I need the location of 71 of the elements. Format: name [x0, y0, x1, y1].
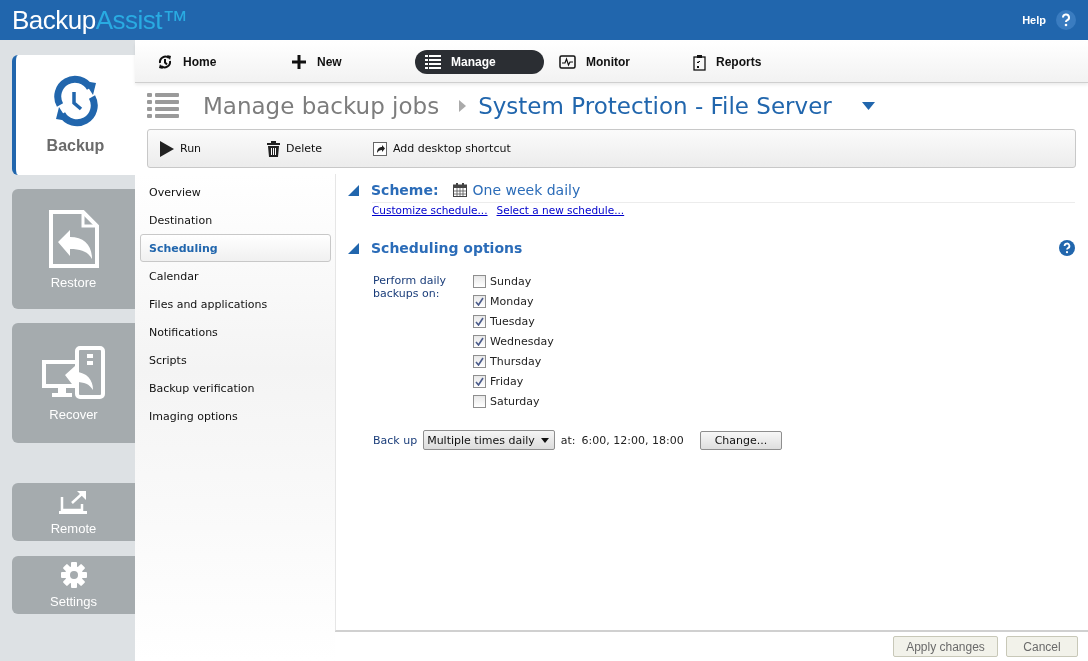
laptop-arrow-icon: [57, 488, 90, 515]
section-item[interactable]: Calendar: [140, 262, 331, 290]
logo-text: Backup: [12, 4, 96, 36]
nav-tab[interactable]: Manage: [415, 50, 544, 74]
section-item[interactable]: Backup verification: [140, 374, 331, 402]
checkbox-label: Saturday: [490, 395, 540, 408]
shortcut-icon: [373, 141, 387, 156]
monitor-server-icon: [40, 344, 107, 401]
toolbar-button[interactable]: Delete: [267, 140, 373, 157]
sync-clock-icon: [157, 54, 173, 70]
checkbox-label: Wednesday: [490, 335, 554, 348]
field-label: Perform daily backups on:: [373, 274, 448, 302]
calendar-icon: [452, 183, 467, 197]
nav-tab[interactable]: Reports: [683, 50, 817, 74]
checkbox-label: Thursday: [490, 355, 542, 368]
help-link[interactable]: Help: [1022, 14, 1046, 26]
list-icon: [425, 55, 441, 69]
checkbox[interactable]: [473, 375, 486, 388]
checkbox-label: Sunday: [490, 275, 532, 288]
section-heading: Scheme:: [371, 182, 439, 198]
schedule-link[interactable]: Select a new schedule...: [496, 204, 625, 216]
nav-tab[interactable]: New: [281, 50, 415, 74]
section-item[interactable]: Scripts: [140, 346, 331, 374]
section-heading: Scheduling options: [371, 240, 523, 256]
dropdown-caret-icon[interactable]: [861, 102, 875, 110]
collapse-triangle-icon[interactable]: [348, 184, 359, 196]
nav-tab[interactable]: Home: [147, 50, 281, 74]
footer-button[interactable]: Apply changes: [893, 636, 998, 657]
toolbar-button[interactable]: Run: [160, 140, 267, 157]
logo-text: Assist™: [95, 4, 188, 36]
section-item[interactable]: Scheduling: [140, 234, 331, 262]
checkbox-label: Monday: [490, 295, 534, 308]
section-item[interactable]: Overview: [140, 178, 331, 206]
document-arrow-icon: [47, 208, 100, 269]
breadcrumb-link[interactable]: Manage backup jobs: [203, 93, 440, 119]
checkbox[interactable]: [473, 395, 486, 408]
section-item[interactable]: Imaging options: [140, 402, 331, 430]
list-icon: [147, 93, 179, 119]
gear-icon: [60, 561, 87, 588]
section-item[interactable]: Notifications: [140, 318, 331, 346]
checkbox-label: Friday: [490, 375, 524, 388]
help-icon[interactable]: [1059, 240, 1075, 256]
sidebar-tab[interactable]: Backup: [12, 55, 135, 175]
field-label: at:: [560, 433, 576, 447]
schedule-link[interactable]: Customize schedule...: [372, 204, 488, 216]
change-button[interactable]: Change...: [699, 430, 783, 450]
toolbar-button[interactable]: Add desktop shortcut: [373, 141, 511, 156]
checkbox[interactable]: [473, 315, 486, 328]
plus-icon: [291, 54, 307, 70]
checkbox[interactable]: [473, 295, 486, 308]
checkbox-label: Tuesday: [490, 315, 535, 328]
checkbox[interactable]: [473, 355, 486, 368]
clipboard-icon: [693, 53, 706, 71]
frequency-dropdown[interactable]: Multiple times daily: [423, 430, 555, 450]
checkbox[interactable]: [473, 335, 486, 348]
monitor-pulse-icon: [559, 55, 576, 69]
play-icon: [160, 140, 174, 157]
nav-tab[interactable]: Monitor: [549, 50, 683, 74]
checkbox[interactable]: [473, 275, 486, 288]
section-item[interactable]: Destination: [140, 206, 331, 234]
job-title: System Protection - File Server: [478, 93, 832, 119]
field-label: Back up: [373, 433, 418, 447]
caret-icon: [540, 437, 549, 443]
collapse-triangle-icon[interactable]: [348, 242, 359, 254]
footer-button[interactable]: Cancel: [1006, 636, 1078, 657]
scheme-name: One week daily: [472, 182, 581, 198]
trash-icon: [267, 140, 280, 157]
section-item[interactable]: Files and applications: [140, 290, 331, 318]
help-icon[interactable]: [1056, 10, 1076, 30]
chevron-icon: [459, 100, 467, 112]
time-list: 6:00, 12:00, 18:00: [581, 433, 684, 447]
